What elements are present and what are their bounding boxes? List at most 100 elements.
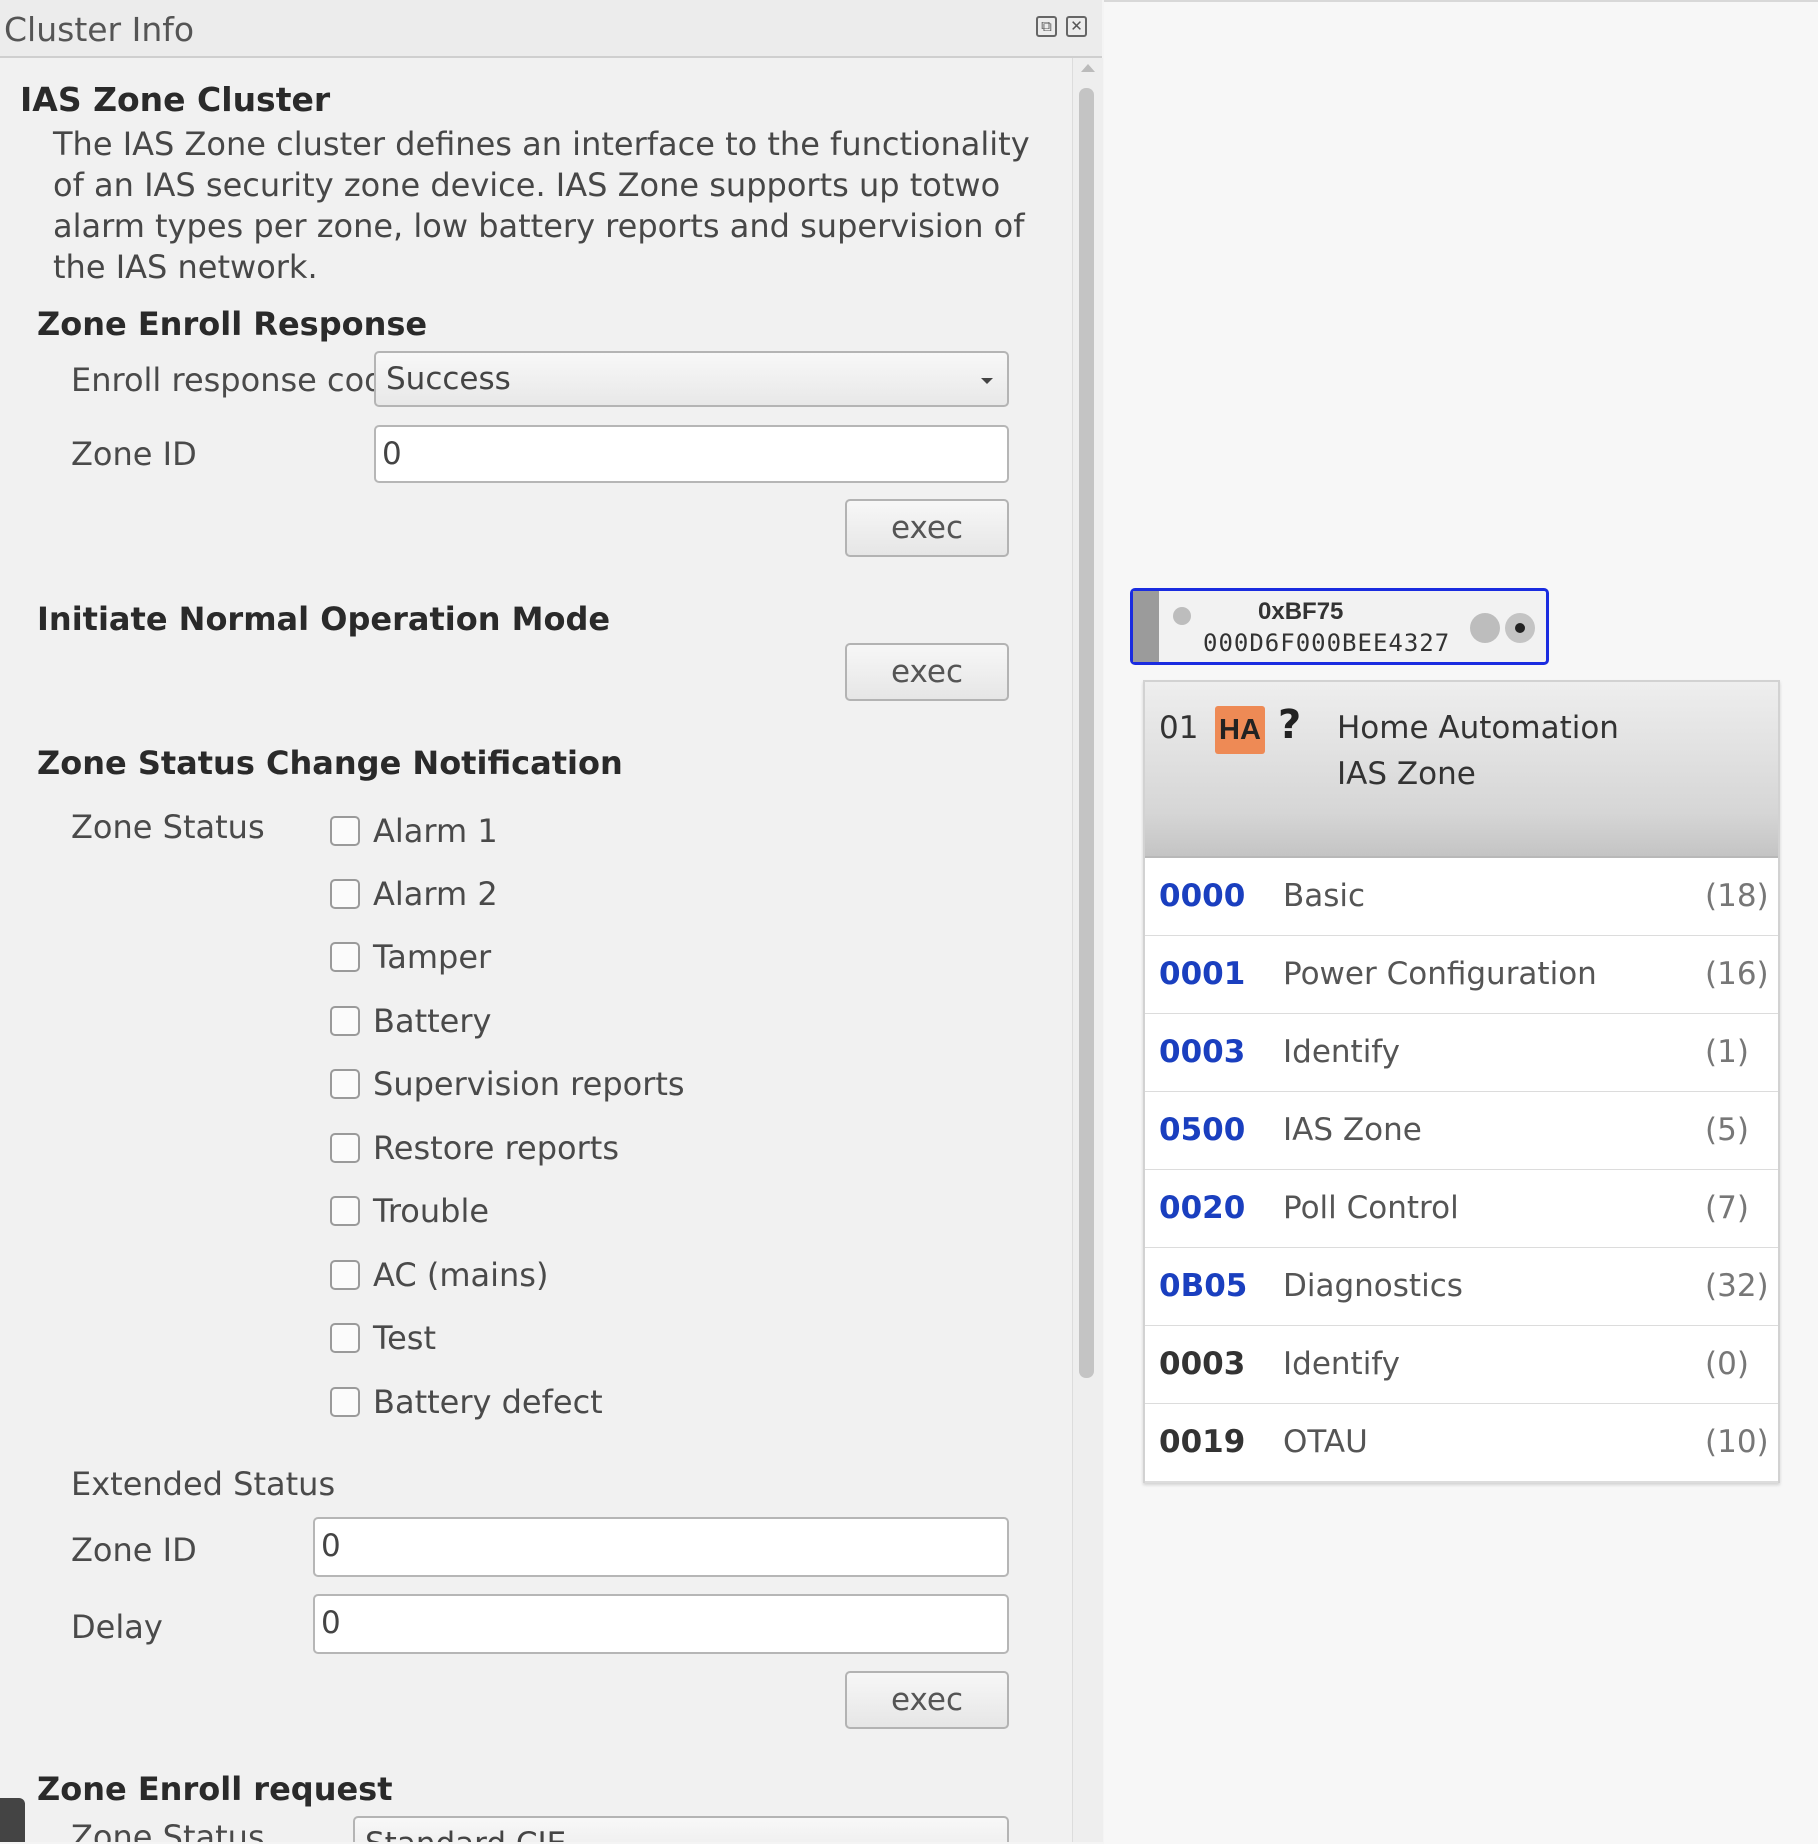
panel-content: IAS Zone Cluster The IAS Zone cluster de…	[0, 58, 1073, 1842]
cluster-name: IAS Zone Cluster	[20, 80, 331, 119]
cluster-row[interactable]: 0003 Identify (1)	[1145, 1014, 1778, 1093]
node-status-led-icon	[1173, 607, 1191, 625]
cluster-attribute-count: (32)	[1705, 1268, 1769, 1304]
vertical-scrollbar[interactable]	[1072, 58, 1103, 1842]
cluster-id: 0003	[1159, 1346, 1246, 1382]
endpoint-number: 01	[1159, 710, 1199, 746]
checkbox-box[interactable]	[330, 1323, 360, 1353]
cluster-attribute-count: (10)	[1705, 1424, 1769, 1460]
cluster-row[interactable]: 0019 OTAU (10)	[1145, 1404, 1778, 1483]
endpoint-header[interactable]: 01 HA ? Home Automation IAS Zone	[1145, 682, 1778, 858]
checkbox-box[interactable]	[330, 942, 360, 972]
checkbox-box[interactable]	[330, 1387, 360, 1417]
cluster-attribute-count: (7)	[1705, 1190, 1749, 1226]
extended-status-label: Extended Status	[71, 1465, 336, 1503]
checkbox-label: Trouble	[373, 1192, 490, 1230]
node-stripe	[1133, 591, 1159, 662]
question-mark-icon: ?	[1278, 702, 1302, 748]
section-zone-enroll-response: Zone Enroll Response	[37, 305, 428, 343]
cluster-attribute-count: (16)	[1705, 956, 1769, 992]
section-zone-enroll-request: Zone Enroll request	[37, 1770, 393, 1808]
node-short-address: 0xBF75	[1258, 598, 1344, 625]
cluster-id: 0001	[1159, 956, 1246, 992]
checkbox-box[interactable]	[330, 879, 360, 909]
zone-id-label-2: Zone ID	[71, 1531, 197, 1569]
checkbox-box[interactable]	[330, 1196, 360, 1226]
node-button-icon[interactable]	[1470, 613, 1500, 643]
checkbox-label: Test	[373, 1319, 437, 1357]
panel-title: Cluster Info	[4, 10, 195, 49]
panel-titlebar: Cluster Info ⧉ ✕	[0, 0, 1102, 58]
zone-status-select[interactable]: Standard CIE	[353, 1816, 1009, 1842]
cluster-attribute-count: (18)	[1705, 878, 1769, 914]
checkbox-box[interactable]	[330, 1260, 360, 1290]
checkbox-box[interactable]	[330, 816, 360, 846]
checkbox-box[interactable]	[330, 1006, 360, 1036]
exec-button-enroll-response[interactable]: exec	[845, 499, 1009, 557]
float-icon[interactable]: ⧉	[1036, 16, 1057, 37]
scrollbar-thumb[interactable]	[1079, 88, 1094, 1378]
zone-id-input-2[interactable]: 0	[313, 1517, 1009, 1577]
cluster-row[interactable]: 0020 Poll Control (7)	[1145, 1170, 1778, 1249]
exec-button-status-change[interactable]: exec	[845, 1671, 1009, 1729]
cluster-id: 0003	[1159, 1034, 1246, 1070]
cluster-row[interactable]: 0000 Basic (18)	[1145, 858, 1778, 937]
cluster-id: 0020	[1159, 1190, 1246, 1226]
device-type: IAS Zone	[1337, 756, 1476, 792]
cluster-name: Identify	[1283, 1034, 1401, 1070]
cluster-row[interactable]: 0500 IAS Zone (5)	[1145, 1092, 1778, 1171]
checkbox-label: Battery	[373, 1002, 492, 1040]
corner-tab	[0, 1798, 25, 1842]
scroll-up-arrow-icon[interactable]	[1081, 64, 1095, 72]
enroll-response-code-label: Enroll response code	[71, 361, 405, 399]
checkbox-label: Restore reports	[373, 1129, 619, 1167]
cluster-name: Poll Control	[1283, 1190, 1459, 1226]
cluster-id: 0019	[1159, 1424, 1246, 1460]
checkbox-label: Alarm 2	[373, 875, 498, 913]
chevron-down-icon	[981, 378, 993, 384]
checkbox-label: Tamper	[373, 938, 492, 976]
exec-button-normal-operation[interactable]: exec	[845, 643, 1009, 701]
cluster-name: IAS Zone	[1283, 1112, 1422, 1148]
cluster-name: Diagnostics	[1283, 1268, 1463, 1304]
profile-badge: HA	[1215, 706, 1265, 754]
node-card[interactable]: 0xBF75 000D6F000BEE4327	[1130, 588, 1549, 665]
checkbox-box[interactable]	[330, 1069, 360, 1099]
checkbox-label: Supervision reports	[373, 1065, 685, 1103]
delay-label: Delay	[71, 1608, 163, 1646]
zone-id-label: Zone ID	[71, 435, 197, 473]
zone-status-label-2: Zone Status	[71, 1818, 265, 1842]
cluster-id: 0500	[1159, 1112, 1246, 1148]
enroll-response-code-value: Success	[386, 361, 511, 397]
node-mac-address: 000D6F000BEE4327	[1203, 629, 1451, 657]
delay-input[interactable]: 0	[313, 1594, 1009, 1654]
cluster-row[interactable]: 0B05 Diagnostics (32)	[1145, 1248, 1778, 1327]
cluster-attribute-count: (0)	[1705, 1346, 1749, 1382]
zone-status-value: Standard CIE	[365, 1826, 566, 1842]
cluster-name: Basic	[1283, 878, 1366, 914]
node-radio-dot-icon[interactable]	[1505, 613, 1535, 643]
checkbox-box[interactable]	[330, 1133, 360, 1163]
checkbox-label: AC (mains)	[373, 1256, 549, 1294]
checkbox-label: Alarm 1	[373, 812, 498, 850]
zone-id-input[interactable]: 0	[374, 425, 1009, 483]
cluster-row[interactable]: 0003 Identify (0)	[1145, 1326, 1778, 1405]
section-normal-operation: Initiate Normal Operation Mode	[37, 600, 611, 638]
cluster-name: Identify	[1283, 1346, 1401, 1382]
cluster-info-panel: Cluster Info ⧉ ✕ IAS Zone Cluster The IA…	[0, 0, 1103, 1842]
cluster-id: 0000	[1159, 878, 1246, 914]
zone-status-label: Zone Status	[71, 808, 265, 846]
endpoint-box: 01 HA ? Home Automation IAS Zone 0000 Bas…	[1143, 680, 1780, 1483]
cluster-row[interactable]: 0001 Power Configuration (16)	[1145, 936, 1778, 1015]
cluster-attribute-count: (1)	[1705, 1034, 1749, 1070]
section-zone-status-change: Zone Status Change Notification	[37, 744, 623, 782]
cluster-name: OTAU	[1283, 1424, 1368, 1460]
cluster-description: The IAS Zone cluster defines an interfac…	[53, 125, 1030, 286]
cluster-attribute-count: (5)	[1705, 1112, 1749, 1148]
enroll-response-code-select[interactable]: Success	[374, 351, 1009, 407]
cluster-id: 0B05	[1159, 1268, 1248, 1304]
cluster-name: Power Configuration	[1283, 956, 1597, 992]
close-icon[interactable]: ✕	[1066, 16, 1087, 37]
profile-name: Home Automation	[1337, 710, 1619, 746]
checkbox-label: Battery defect	[373, 1383, 603, 1421]
